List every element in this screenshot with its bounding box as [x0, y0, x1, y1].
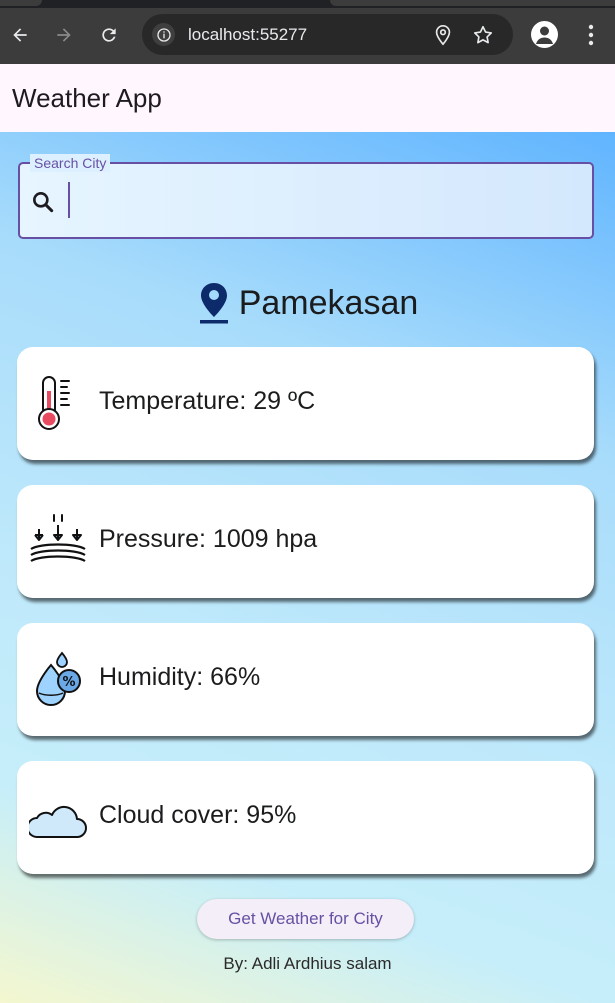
- reload-button[interactable]: [94, 20, 124, 50]
- pressure-text: Pressure: 1009 hpa: [99, 525, 318, 553]
- thermometer-icon: [38, 376, 70, 430]
- arrow-right-icon: [57, 28, 71, 42]
- app-bar: Weather App: [0, 64, 615, 132]
- back-button[interactable]: [5, 20, 35, 50]
- pressure-card: Pressure: 1009 hpa: [17, 485, 594, 598]
- cloud-icon: [29, 805, 87, 838]
- site-info-icon[interactable]: [152, 23, 175, 46]
- cloud-cover-card: Cloud cover: 95%: [17, 761, 594, 874]
- svg-text:%: %: [62, 675, 75, 690]
- humidity-icon: %: [35, 651, 81, 706]
- cloud-cover-text: Cloud cover: 95%: [99, 801, 297, 829]
- tab-strip: [0, 0, 615, 8]
- text-cursor: [68, 182, 70, 218]
- city-name: Pamekasan: [238, 283, 419, 322]
- address-bar[interactable]: localhost:55277: [142, 14, 513, 55]
- search-label: Search City: [30, 154, 111, 172]
- search-input[interactable]: [74, 178, 574, 222]
- temperature-text: Temperature: 29 ºC: [99, 387, 316, 415]
- reload-icon: [102, 28, 116, 42]
- author-credit: By: Adli Ardhius salam: [223, 954, 392, 973]
- star-icon[interactable]: [472, 24, 494, 46]
- tab-right[interactable]: [330, 0, 615, 6]
- search-icon: [33, 192, 54, 213]
- forward-button[interactable]: [49, 20, 79, 50]
- weather-content: Search City Pamekasan Temperature: 29 ºC: [0, 132, 615, 1003]
- browser-toolbar: localhost:55277: [0, 0, 615, 64]
- app-title: Weather App: [12, 83, 162, 113]
- humidity-text: Humidity: 66%: [99, 663, 261, 691]
- temperature-card: Temperature: 29 ºC: [17, 347, 594, 460]
- location-header: Pamekasan: [0, 278, 615, 328]
- get-weather-button[interactable]: Get Weather for City: [197, 899, 414, 939]
- location-pin-icon: [199, 283, 228, 324]
- location-permission-icon[interactable]: [432, 24, 454, 46]
- profile-avatar-icon[interactable]: [531, 21, 558, 48]
- more-menu-icon[interactable]: [583, 22, 599, 48]
- search-field[interactable]: Search City: [18, 154, 594, 239]
- arrow-left-icon: [13, 28, 27, 42]
- url-text[interactable]: localhost:55277: [188, 25, 307, 45]
- humidity-card: % Humidity: 66%: [17, 623, 594, 736]
- tab-left[interactable]: [0, 0, 42, 6]
- pressure-icon: [30, 514, 86, 562]
